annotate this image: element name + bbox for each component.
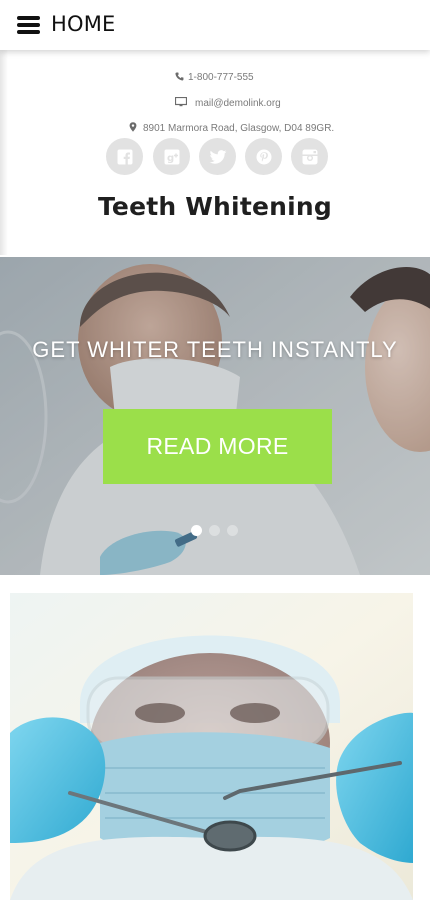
google-plus-icon: g: [164, 149, 179, 164]
email-text: mail@demolink.org: [195, 98, 281, 109]
twitter-button[interactable]: [199, 138, 236, 175]
map-pin-icon: [129, 122, 137, 132]
twitter-icon: [209, 149, 226, 164]
slider-dot-1[interactable]: [191, 525, 202, 536]
slider-pagination: [191, 525, 251, 537]
hamburger-icon[interactable]: [17, 15, 41, 35]
slider-dot-3[interactable]: [227, 525, 238, 536]
left-edge-shadow: [0, 50, 8, 255]
contact-phone[interactable]: 1-800-777-555: [175, 72, 254, 83]
slider-dot-2[interactable]: [209, 525, 220, 536]
hero-headline: GET WHITER TEETH INSTANTLY: [32, 337, 398, 362]
hero-slider: GET WHITER TEETH INSTANTLY READ MORE: [0, 257, 430, 575]
phone-icon: [175, 72, 184, 81]
read-more-button[interactable]: READ MORE: [103, 409, 332, 484]
facebook-icon: [117, 149, 132, 165]
phone-text: 1-800-777-555: [188, 72, 254, 83]
monitor-icon: [175, 97, 187, 107]
instagram-button[interactable]: [291, 138, 328, 175]
nav-home-label[interactable]: HOME: [51, 12, 116, 36]
pinterest-icon: [256, 149, 271, 164]
address-text: 8901 Marmora Road, Glasgow, D04 89GR.: [143, 123, 335, 134]
pinterest-button[interactable]: [245, 138, 282, 175]
site-title: Teeth Whitening: [97, 192, 332, 221]
google-plus-button[interactable]: g: [153, 138, 190, 175]
instagram-icon: [302, 149, 317, 164]
contact-address: 8901 Marmora Road, Glasgow, D04 89GR.: [129, 122, 334, 134]
facebook-button[interactable]: [106, 138, 143, 175]
top-bar: HOME: [0, 0, 430, 50]
svg-text:g: g: [167, 153, 174, 164]
dentist-with-tools-image: [10, 593, 413, 900]
social-links: g: [106, 138, 331, 176]
contact-email[interactable]: mail@demolink.org: [175, 97, 281, 109]
feature-image: [10, 593, 413, 900]
